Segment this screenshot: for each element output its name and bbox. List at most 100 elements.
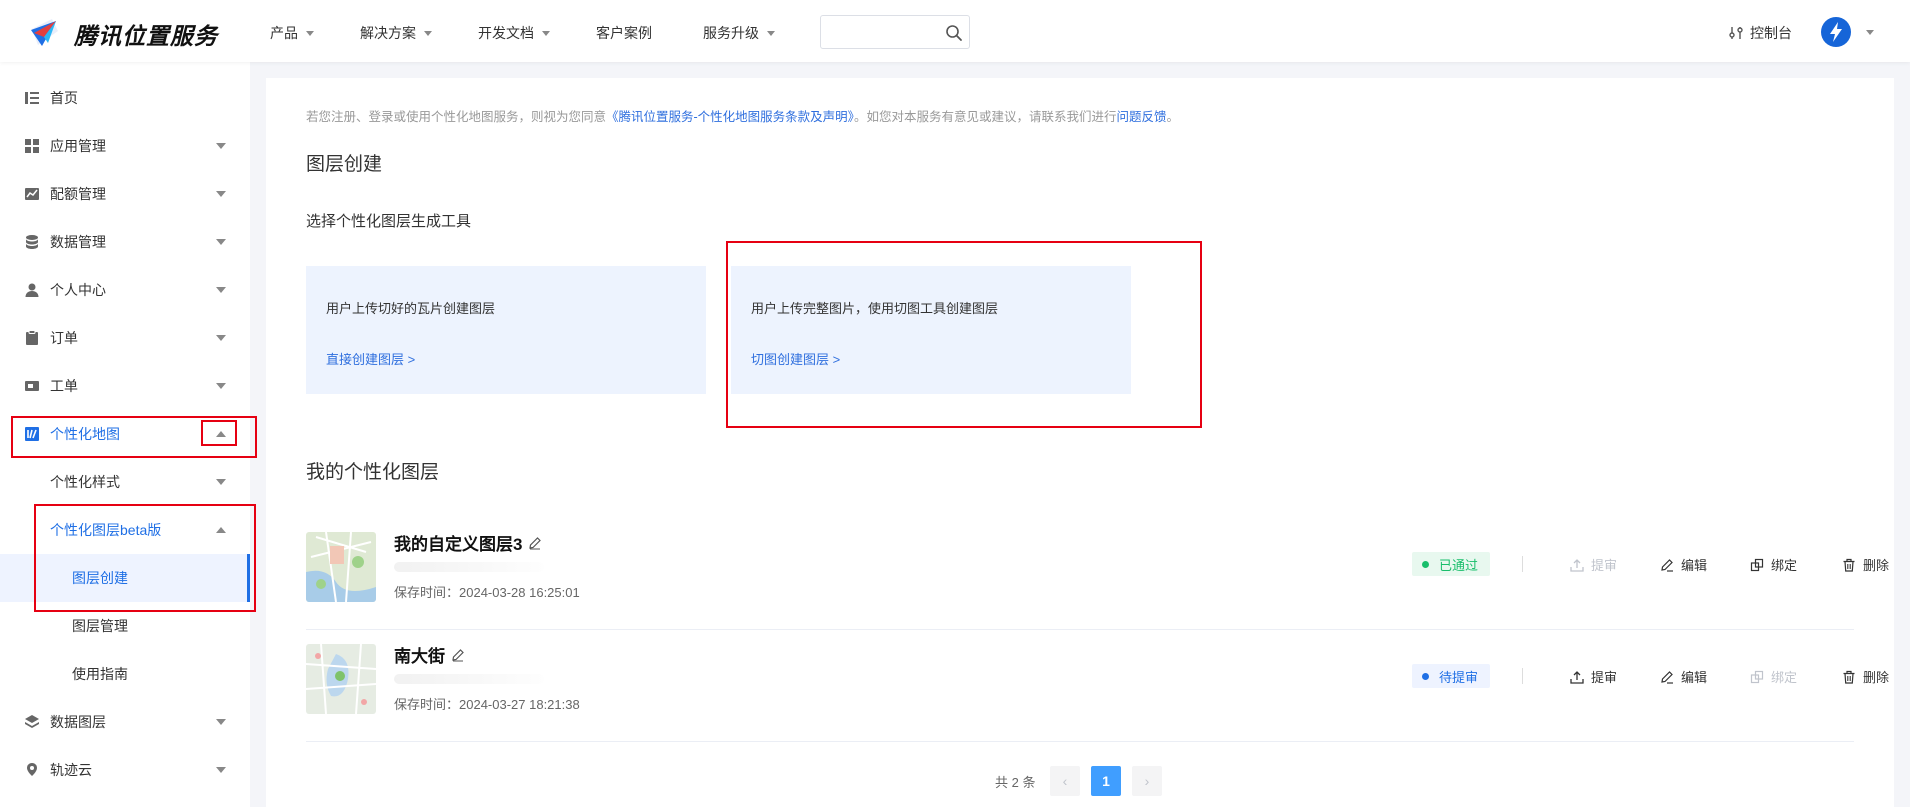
user-icon	[25, 283, 39, 297]
sidebar-item-custom-layer-beta[interactable]: 个性化图层beta版	[0, 506, 250, 554]
nav-cases[interactable]: 客户案例	[596, 23, 652, 43]
next-page-button[interactable]: ›	[1132, 766, 1162, 796]
layer-name-text: 我的自定义图层3	[394, 535, 523, 554]
console-link[interactable]: 控制台	[1728, 23, 1792, 43]
layers-icon	[25, 715, 39, 728]
brand-name[interactable]: 腾讯位置服务	[74, 17, 218, 51]
nav-docs-label: 开发文档	[478, 25, 534, 41]
edit-button[interactable]: 编辑	[1660, 667, 1707, 686]
chevron-down-icon	[767, 30, 775, 36]
redacted-area	[394, 674, 544, 684]
chevron-down-icon	[216, 335, 226, 341]
page-title: 图层创建	[306, 154, 383, 175]
nav-solutions[interactable]: 解决方案	[360, 23, 432, 43]
feedback-link[interactable]: 问题反馈	[1116, 110, 1166, 124]
chevron-down-icon	[216, 143, 226, 149]
list-icon	[25, 92, 39, 104]
card-description: 用户上传完整图片，使用切图工具创建图层	[751, 301, 999, 316]
edit-button[interactable]: 编辑	[1660, 555, 1707, 574]
bind-icon	[1750, 558, 1764, 571]
sidebar-item-layer-create[interactable]: 图层创建	[0, 554, 250, 602]
sidebar-item-label: 图层创建	[72, 570, 128, 586]
terms-link[interactable]: 《腾讯位置服务-个性化地图服务条款及声明》	[606, 110, 854, 124]
sidebar-item-label: 使用指南	[72, 666, 128, 682]
tencent-map-logo-icon[interactable]	[28, 15, 62, 49]
sliders-icon	[1729, 27, 1743, 39]
sidebar-item-label: 数据管理	[50, 234, 106, 250]
status-text: 待提审	[1439, 669, 1479, 685]
nav-upgrade[interactable]: 服务升级	[703, 23, 775, 43]
sidebar-item-custom-style[interactable]: 个性化样式	[0, 458, 250, 506]
trash-icon	[1843, 670, 1855, 684]
nav-solutions-label: 解决方案	[360, 25, 416, 41]
grid-icon	[25, 139, 39, 153]
custom-map-icon	[25, 427, 39, 441]
status-dot	[1422, 672, 1429, 680]
status-dot	[1422, 560, 1429, 568]
chevron-down-icon	[216, 191, 226, 197]
sidebar-item-layer-management[interactable]: 图层管理	[0, 602, 250, 650]
submit-review-button[interactable]: 提审	[1570, 667, 1617, 686]
layer-name: 南大街	[394, 642, 465, 667]
search-icon[interactable]	[945, 24, 963, 42]
sidebar-item-home[interactable]: 首页	[0, 74, 250, 122]
sidebar-item-orders[interactable]: 订单	[0, 314, 250, 362]
page-number-button[interactable]: 1	[1091, 766, 1121, 796]
sidebar-item-trajectory-cloud[interactable]: 轨迹云	[0, 746, 250, 794]
avatar[interactable]	[1821, 17, 1851, 47]
sidebar-item-data-layers[interactable]: 数据图层	[0, 698, 250, 746]
sidebar-item-label: 个人中心	[50, 282, 106, 298]
edit-icon	[1661, 670, 1673, 684]
prev-page-button[interactable]: ‹	[1050, 766, 1080, 796]
sidebar-item-data-management[interactable]: 数据管理	[0, 218, 250, 266]
search-input[interactable]	[829, 22, 934, 42]
user-menu-chevron-down-icon[interactable]	[1866, 30, 1874, 35]
direct-create-card[interactable]: 用户上传切好的瓦片创建图层 直接创建图层 >	[306, 266, 706, 394]
sidebar-item-label: 应用管理	[50, 138, 106, 154]
layer-name-text: 南大街	[394, 647, 445, 666]
sidebar-item-label: 首页	[50, 90, 78, 106]
divider	[1522, 556, 1523, 572]
layer-thumbnail[interactable]	[306, 532, 376, 602]
delete-button[interactable]: 删除	[1842, 667, 1889, 686]
nav-cases-label: 客户案例	[596, 25, 652, 41]
sidebar-item-label: 轨迹云	[50, 762, 92, 778]
lightning-icon	[1830, 22, 1842, 42]
sidebar-item-label: 工单	[50, 378, 78, 394]
terms-notice-text: 。	[1166, 110, 1179, 124]
sidebar-item-usage-guide[interactable]: 使用指南	[0, 650, 250, 698]
sidebar-item-label: 个性化样式	[50, 474, 120, 490]
cut-create-card[interactable]: 用户上传完整图片，使用切图工具创建图层 切图创建图层 >	[731, 266, 1131, 394]
chevron-up-icon[interactable]	[216, 431, 226, 437]
bind-button[interactable]: 绑定	[1750, 555, 1797, 574]
pencil-icon[interactable]	[451, 648, 465, 662]
nav-products[interactable]: 产品	[270, 23, 314, 43]
sidebar-item-label: 个性化图层beta版	[50, 522, 162, 538]
pagination: 共 2 条 ‹ 1 ›	[266, 766, 1894, 796]
bind-button[interactable]: 绑定	[1750, 667, 1797, 686]
submit-label: 提审	[1591, 558, 1618, 573]
top-navbar: 腾讯位置服务 产品 解决方案 开发文档 客户案例 服务升级 控制台	[0, 0, 1910, 62]
cut-create-link[interactable]: 切图创建图层 >	[751, 349, 840, 368]
delete-button[interactable]: 删除	[1842, 555, 1889, 574]
status-badge: 待提审	[1412, 664, 1491, 688]
upload-icon	[1570, 670, 1584, 684]
nav-docs[interactable]: 开发文档	[478, 23, 550, 43]
sidebar-item-personal-center[interactable]: 个人中心	[0, 266, 250, 314]
sidebar-item-label: 个性化地图	[50, 426, 120, 442]
chevron-down-icon	[542, 30, 550, 36]
sidebar-item-tickets[interactable]: 工单	[0, 362, 250, 410]
status-badge: 已通过	[1412, 552, 1491, 576]
sidebar-item-app-management[interactable]: 应用管理	[0, 122, 250, 170]
direct-create-link[interactable]: 直接创建图层 >	[326, 349, 415, 368]
pencil-icon[interactable]	[528, 536, 542, 550]
trash-icon	[1843, 558, 1855, 572]
location-icon	[27, 763, 37, 776]
sidebar-item-custom-map[interactable]: 个性化地图	[0, 410, 250, 458]
save-time: 保存时间：2024-03-27 18:21:38	[394, 697, 580, 712]
bind-icon	[1750, 670, 1764, 683]
submit-review-button[interactable]: 提审	[1570, 555, 1617, 574]
nav-products-label: 产品	[270, 25, 298, 41]
sidebar-item-quota-management[interactable]: 配额管理	[0, 170, 250, 218]
layer-thumbnail[interactable]	[306, 644, 376, 714]
